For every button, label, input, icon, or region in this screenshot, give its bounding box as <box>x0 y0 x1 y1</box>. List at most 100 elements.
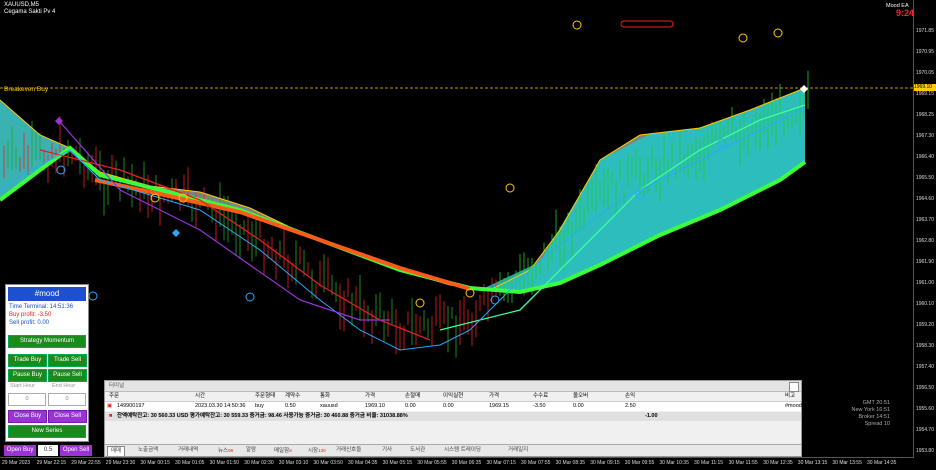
terminal-tab[interactable]: 메일함8 <box>271 446 295 455</box>
time-tick: 30 Mar 07:15 <box>486 460 516 466</box>
order-cell: 0.50 <box>285 403 296 409</box>
terminal-tab[interactable]: 도서관 <box>407 446 428 455</box>
column-header[interactable]: 비고 <box>785 392 795 401</box>
close-buy-button[interactable]: Close Buy <box>8 410 47 423</box>
alert-chain-marker <box>620 20 674 28</box>
time-tick: 29 Mar 22:55 <box>71 460 101 466</box>
price-tick: 1970.95 <box>915 49 934 55</box>
terminal-tab[interactable]: 기사 <box>379 446 395 455</box>
order-cell: 2023.03.30 14:50:36 <box>195 403 246 409</box>
terminal-tab[interactable]: 뉴스99 <box>215 446 236 455</box>
price-tick: 1959.20 <box>915 322 934 328</box>
time-tick: 30 Mar 11:55 <box>728 460 758 466</box>
pause-sell-button[interactable]: Pause Sell <box>48 369 87 382</box>
price-tick: 1968.25 <box>915 112 934 118</box>
column-header[interactable]: 주문 <box>109 392 119 401</box>
terminal-tab[interactable]: 노출금액 <box>135 446 161 455</box>
info-row: Broker 14:51 <box>858 414 891 420</box>
breakeven-label: Breakeven Buy <box>4 86 49 93</box>
time-tick: 30 Mar 12:35 <box>763 460 793 466</box>
new-series-button[interactable]: New Series <box>8 425 86 438</box>
close-sell-button[interactable]: Close Sell <box>48 410 87 423</box>
column-header[interactable]: 수수료 <box>533 392 548 401</box>
close-icon[interactable] <box>789 382 799 392</box>
terminal-time: Time Terminal: 14:51:36 <box>9 304 74 310</box>
time-tick: 30 Mar 05:55 <box>417 460 447 466</box>
time-tick: 30 Mar 09:55 <box>624 460 655 466</box>
column-header[interactable]: 시간 <box>195 392 205 401</box>
price-tick: 1958.30 <box>915 343 934 349</box>
column-header[interactable]: 통화 <box>320 392 330 401</box>
order-cell: 149900197 <box>117 403 145 409</box>
price-tick: 1956.50 <box>915 385 934 391</box>
time-tick: 30 Mar 03:50 <box>313 460 343 466</box>
trade-buy-button[interactable]: Trade Buy <box>8 354 47 367</box>
column-header[interactable]: 이익실현 <box>443 392 463 401</box>
info-row: New York 16:51 <box>851 407 890 413</box>
summary-text: 잔액예탁잔고: 30 560.33 USD 평가예탁잔고: 30 559.33 … <box>117 413 408 419</box>
time-tick: 30 Mar 09:15 <box>590 460 620 466</box>
time-tick: 30 Mar 02:30 <box>244 460 274 466</box>
terminal-tab[interactable]: 알람 <box>243 446 259 455</box>
time-axis: 29 Mar 2023 29 Mar 22:15 29 Mar 22:55 29 Ma… <box>0 457 914 470</box>
open-sell-button[interactable]: Open Sell <box>60 445 92 456</box>
price-tick: 1960.10 <box>915 301 934 307</box>
end-hour-input[interactable]: 0 <box>48 393 86 406</box>
trade-sell-button[interactable]: Trade Sell <box>48 354 87 367</box>
tab-badge: 99 <box>228 448 234 453</box>
table-row[interactable]: ▣ 149900197 2023.03.30 14:50:36 buy 0.50 xauu… <box>105 402 802 411</box>
pause-buy-button[interactable]: Pause Buy <box>8 369 47 382</box>
order-cell: 1969.15 <box>489 403 509 409</box>
column-header[interactable]: 가격 <box>489 392 499 401</box>
alert-marker <box>738 33 748 43</box>
start-hour-input[interactable]: 0 <box>8 393 46 406</box>
strategy-button[interactable]: Strategy Momentum <box>8 335 86 348</box>
time-tick: 30 Mar 04:35 <box>348 460 378 466</box>
price-tick: 1971.85 <box>915 28 934 34</box>
diamond-marker <box>172 229 180 237</box>
start-hour-label: Start Hour <box>10 383 36 389</box>
terminal-tab[interactable]: 시장130 <box>305 446 329 455</box>
price-axis: 1971.85 1970.95 1970.05 1969.15 1968.25 1967.… <box>913 0 936 458</box>
price-tick: 1953.80 <box>915 448 934 454</box>
time-tick: 29 Mar 2023 <box>2 460 31 466</box>
info-row: Spread 10 <box>864 421 890 427</box>
column-header[interactable]: 주문형태 <box>255 392 275 401</box>
column-header[interactable]: 가격 <box>365 392 375 401</box>
terminal-tab[interactable]: 거래신호들 <box>333 446 364 455</box>
buy-icon: ▣ <box>107 403 113 409</box>
current-price-tag: 1969.10 <box>914 84 936 91</box>
time-tick: 30 Mar 11:15 <box>694 460 724 466</box>
indicator-label: Cegama Sakti Pv 4 <box>4 9 56 15</box>
order-cell: -3.50 <box>533 403 546 409</box>
time-tick: 30 Mar 03:10 <box>278 460 309 466</box>
terminal-title: 터미널 <box>105 381 801 392</box>
time-tick: 30 Mar 06:35 <box>451 460 482 466</box>
terminal-tab[interactable]: 거래내역 <box>175 446 201 455</box>
terminal-tab[interactable]: 시스템 트레이딩 <box>441 446 484 455</box>
column-header[interactable]: 계약수 <box>285 392 300 401</box>
time-tick: 30 Mar 01:05 <box>175 460 205 466</box>
info-row: GMT 20:51 <box>862 400 890 406</box>
lot-input[interactable]: 0.5 <box>38 445 58 456</box>
time-tick: 29 Mar 22:15 <box>36 460 67 466</box>
order-cell: 0.00 <box>443 403 454 409</box>
column-header[interactable]: 올오버 <box>573 392 588 401</box>
signal-label: 9:24 <box>896 8 915 18</box>
time-tick: 29 Mar 23:30 <box>105 460 136 466</box>
signal-line-purple <box>59 121 390 321</box>
open-buy-button[interactable]: Open Buy <box>4 445 36 456</box>
terminal-tab[interactable]: 거래일지 <box>505 446 531 455</box>
terminal-tab[interactable]: 매매 <box>107 446 126 456</box>
price-tick: 1955.60 <box>915 406 934 412</box>
alert-marker <box>572 20 582 30</box>
time-tick: 30 Mar 00:15 <box>140 460 170 466</box>
column-header[interactable]: 손절매 <box>405 392 420 401</box>
column-header[interactable]: 손익 <box>625 392 635 401</box>
price-tick: 1963.70 <box>915 217 934 223</box>
price-tick: 1967.30 <box>915 133 934 139</box>
time-tick: 30 Mar 08:35 <box>555 460 586 466</box>
order-cell: #mood <box>785 403 802 409</box>
symbol-label: XAUUSD,M5 <box>4 2 40 8</box>
mood-panel: #mood Time Terminal: 14:51:36 Buy profit… <box>5 284 89 442</box>
